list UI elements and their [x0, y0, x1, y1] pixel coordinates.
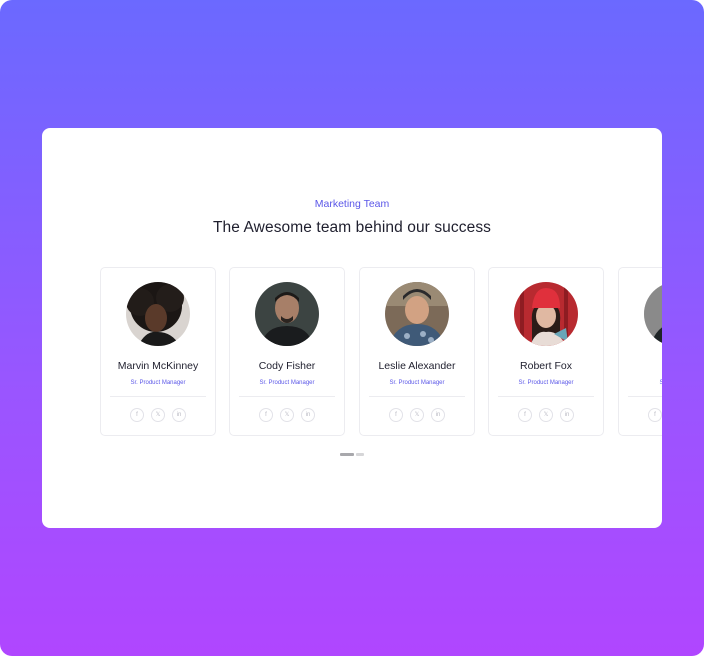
social-links: f 𝕏 in — [489, 408, 603, 422]
avatar — [385, 282, 449, 346]
linkedin-icon[interactable]: in — [172, 408, 186, 422]
facebook-icon[interactable]: f — [130, 408, 144, 422]
facebook-icon[interactable]: f — [518, 408, 532, 422]
twitter-icon[interactable]: 𝕏 — [410, 408, 424, 422]
member-role: Sr. Product Manager — [389, 380, 445, 386]
team-carousel[interactable]: Marvin McKinney Sr. Product Manager f 𝕏 … — [100, 267, 662, 437]
divider — [628, 396, 662, 397]
team-card[interactable]: Marvin McKinney Sr. Product Manager f 𝕏 … — [100, 267, 216, 436]
member-role: Sr. Product Manager — [259, 380, 315, 386]
member-name: Cody Fisher — [258, 360, 316, 372]
team-card[interactable]: Leslie Alexander Sr. Product Manager f 𝕏… — [359, 267, 475, 436]
team-card[interactable]: Fl Sr. P f 𝕏 in — [618, 267, 662, 436]
facebook-icon[interactable]: f — [389, 408, 403, 422]
avatar — [644, 282, 662, 346]
social-links: f 𝕏 in — [619, 408, 662, 422]
avatar — [126, 282, 190, 346]
linkedin-icon[interactable]: in — [431, 408, 445, 422]
social-links: f 𝕏 in — [101, 408, 215, 422]
social-links: f 𝕏 in — [360, 408, 474, 422]
team-section: Marketing Team The Awesome team behind o… — [42, 128, 662, 528]
avatar — [514, 282, 578, 346]
member-name: Robert Fox — [520, 360, 572, 372]
carousel-pagination — [340, 453, 364, 456]
divider — [239, 396, 335, 397]
divider — [498, 396, 594, 397]
member-role: Sr. P — [659, 380, 662, 386]
member-role: Sr. Product Manager — [130, 380, 186, 386]
member-name: Marvin McKinney — [117, 360, 199, 372]
team-card[interactable]: Cody Fisher Sr. Product Manager f 𝕏 in — [229, 267, 345, 436]
twitter-icon[interactable]: 𝕏 — [280, 408, 294, 422]
divider — [369, 396, 465, 397]
twitter-icon[interactable]: 𝕏 — [151, 408, 165, 422]
page-background: Marketing Team The Awesome team behind o… — [0, 0, 704, 656]
section-title: The Awesome team behind our success — [212, 219, 492, 236]
pagination-dot-2[interactable] — [356, 453, 364, 456]
member-name: Leslie Alexander — [378, 360, 456, 372]
member-name: Fl — [611, 360, 662, 372]
linkedin-icon[interactable]: in — [560, 408, 574, 422]
section-eyebrow: Marketing Team — [314, 198, 390, 210]
facebook-icon[interactable]: f — [259, 408, 273, 422]
linkedin-icon[interactable]: in — [301, 408, 315, 422]
facebook-icon[interactable]: f — [648, 408, 662, 422]
twitter-icon[interactable]: 𝕏 — [539, 408, 553, 422]
member-role: Sr. Product Manager — [518, 380, 574, 386]
team-card[interactable]: Robert Fox Sr. Product Manager f 𝕏 in — [488, 267, 604, 436]
pagination-dot-1[interactable] — [340, 453, 354, 456]
divider — [110, 396, 206, 397]
social-links: f 𝕏 in — [230, 408, 344, 422]
avatar — [255, 282, 319, 346]
